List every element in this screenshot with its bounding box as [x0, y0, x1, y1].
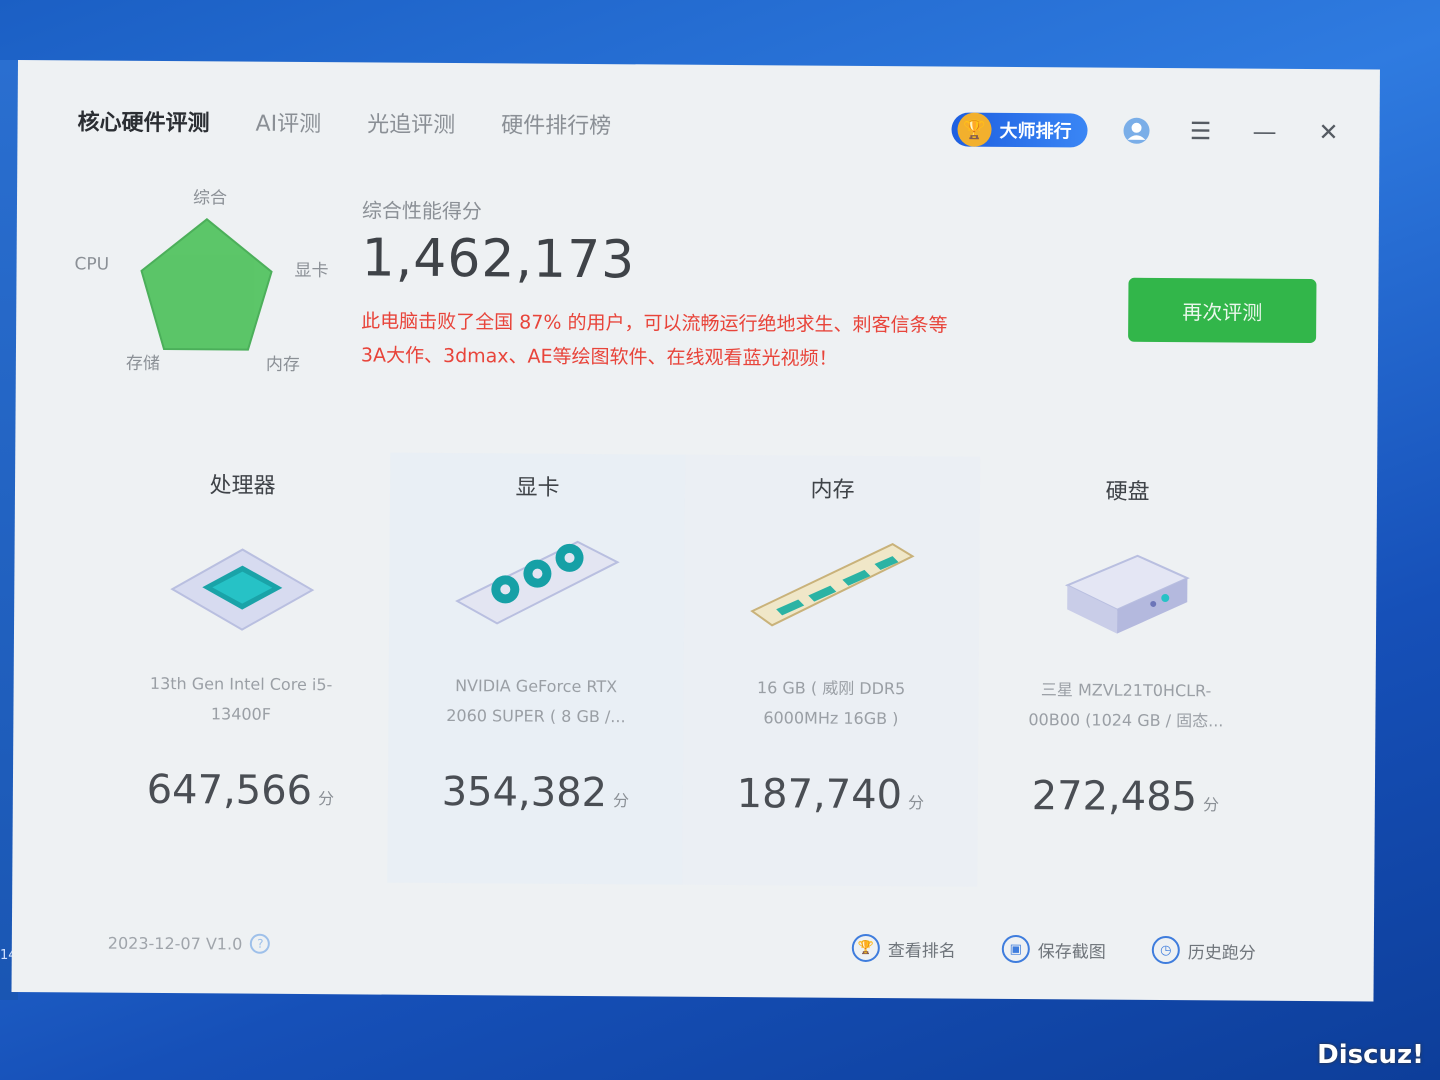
save-screenshot-label: 保存截图: [1037, 941, 1106, 963]
version-info: 2023-12-07 V1.0 ?: [108, 933, 271, 954]
history-icon: ◷: [1151, 935, 1180, 965]
component-title: 硬盘: [1105, 479, 1150, 505]
save-screenshot-button[interactable]: ▣ 保存截图: [1001, 934, 1106, 964]
minimize-icon[interactable]: —: [1249, 117, 1279, 147]
component-card-cpu[interactable]: 处理器 13th Gen Intel Core i5- 13400F 647,5…: [92, 451, 390, 883]
component-title: 处理器: [209, 473, 276, 499]
score-value: 272,485: [1031, 773, 1198, 821]
trophy-outline-icon: 🏆: [851, 933, 880, 963]
benchmark-window: 核心硬件评测 AI评测 光追评测 硬件排行榜 🏆 大师排行 ☰ — ✕ 综合 显…: [11, 60, 1380, 1002]
close-icon[interactable]: ✕: [1313, 117, 1343, 147]
component-cards: 处理器 13th Gen Intel Core i5- 13400F 647,5…: [92, 451, 1275, 889]
performance-radar: 综合 显卡 内存 存储 CPU: [66, 178, 347, 380]
master-rank-button[interactable]: 🏆 大师排行: [951, 112, 1088, 148]
model-line-1: 13th Gen Intel Core i5-: [149, 673, 333, 695]
description-line-1: 此电脑击败了全国 87% 的用户，可以流畅运行绝地求生、刺客信条等: [361, 310, 948, 337]
overall-score-title: 综合性能得分: [361, 198, 483, 224]
score-unit: 分: [612, 791, 630, 811]
user-icon[interactable]: [1121, 116, 1151, 146]
model-line-2: 00B00 (1024 GB / 固态...: [1028, 710, 1224, 731]
watermark: Discuz!: [1317, 1040, 1424, 1070]
header-controls: 🏆 大师排行 ☰ — ✕: [951, 112, 1343, 150]
score-value: 187,740: [736, 771, 903, 819]
tab-core-hardware[interactable]: 核心硬件评测: [77, 104, 209, 137]
retest-button[interactable]: 再次评测: [1128, 277, 1317, 344]
component-card-gpu[interactable]: 显卡 NVIDIA GeForce RTX 2060 SUPER ( 8 GB …: [387, 452, 686, 885]
radar-label-storage: 存储: [125, 353, 160, 374]
component-model: 16 GB ( 威刚 DDR5 6000MHz 16GB ): [703, 673, 958, 735]
component-model: 13th Gen Intel Core i5- 13400F: [113, 669, 368, 731]
model-line-1: 16 GB ( 威刚 DDR5: [756, 678, 906, 699]
description-line-2: 3A大作、3dmax、AE等绘图软件、在线观看蓝光视频！: [360, 344, 838, 370]
model-line-1: 三星 MZVL21T0HCLR-: [1040, 680, 1212, 701]
component-title: 内存: [810, 477, 855, 503]
footer-actions: 🏆 查看排名 ▣ 保存截图 ◷ 历史跑分: [851, 933, 1256, 965]
history-scores-label: 历史跑分: [1187, 942, 1256, 964]
score-value: 354,382: [441, 768, 608, 817]
disk-icon: [1064, 554, 1190, 634]
tab-hardware-ranking[interactable]: 硬件排行榜: [501, 107, 611, 140]
model-line-2: 6000MHz 16GB ): [763, 708, 899, 729]
radar-label-cpu: CPU: [74, 254, 110, 275]
cpu-icon: [169, 548, 314, 631]
component-card-disk[interactable]: 硬盘 三星 MZVL21T0HCLR- 00B00 (1024 GB / 固态.…: [977, 457, 1275, 889]
memory-icon: [749, 542, 915, 627]
view-ranking-button[interactable]: 🏆 查看排名: [851, 933, 956, 963]
component-model: NVIDIA GeForce RTX 2060 SUPER ( 8 GB /..…: [408, 671, 663, 733]
master-rank-label: 大师排行: [999, 120, 1072, 143]
model-line-1: NVIDIA GeForce RTX: [455, 676, 618, 697]
score-unit: 分: [1202, 795, 1220, 815]
menu-icon[interactable]: ☰: [1185, 116, 1215, 146]
help-icon[interactable]: ?: [250, 933, 271, 954]
tab-raytracing[interactable]: 光追评测: [367, 106, 455, 139]
overall-score-description: 此电脑击败了全国 87% 的用户，可以流畅运行绝地求生、刺客信条等 3A大作、3…: [361, 304, 1081, 377]
gpu-icon: [454, 540, 620, 625]
score-value: 647,566: [146, 766, 313, 815]
component-score: 187,740 分: [683, 771, 978, 819]
score-unit: 分: [317, 789, 335, 809]
component-card-memory[interactable]: 内存 16 GB ( 威刚 DDR5 6000MHz 16GB ) 187,74…: [682, 454, 981, 887]
radar-label-gpu: 显卡: [294, 260, 329, 282]
radar-label-memory: 内存: [265, 354, 300, 375]
component-score: 354,382 分: [388, 769, 683, 817]
view-ranking-label: 查看排名: [887, 940, 956, 962]
radar-label-overall: 综合: [192, 188, 228, 209]
model-line-2: 13400F: [210, 704, 272, 724]
component-title: 显卡: [515, 475, 560, 501]
history-scores-button[interactable]: ◷ 历史跑分: [1151, 935, 1256, 965]
top-tabs: 核心硬件评测 AI评测 光追评测 硬件排行榜: [77, 104, 611, 140]
trophy-icon: 🏆: [957, 112, 992, 147]
model-line-2: 2060 SUPER ( 8 GB /...: [446, 706, 626, 727]
version-text: 2023-12-07 V1.0: [107, 933, 243, 954]
overall-score-value: 1,462,173: [361, 228, 636, 291]
tab-ai[interactable]: AI评测: [255, 106, 321, 138]
score-unit: 分: [907, 793, 925, 813]
screenshot-icon: ▣: [1001, 934, 1030, 964]
component-score: 647,566 分: [93, 767, 388, 815]
component-model: 三星 MZVL21T0HCLR- 00B00 (1024 GB / 固态...: [998, 675, 1253, 737]
component-score: 272,485 分: [978, 773, 1273, 821]
